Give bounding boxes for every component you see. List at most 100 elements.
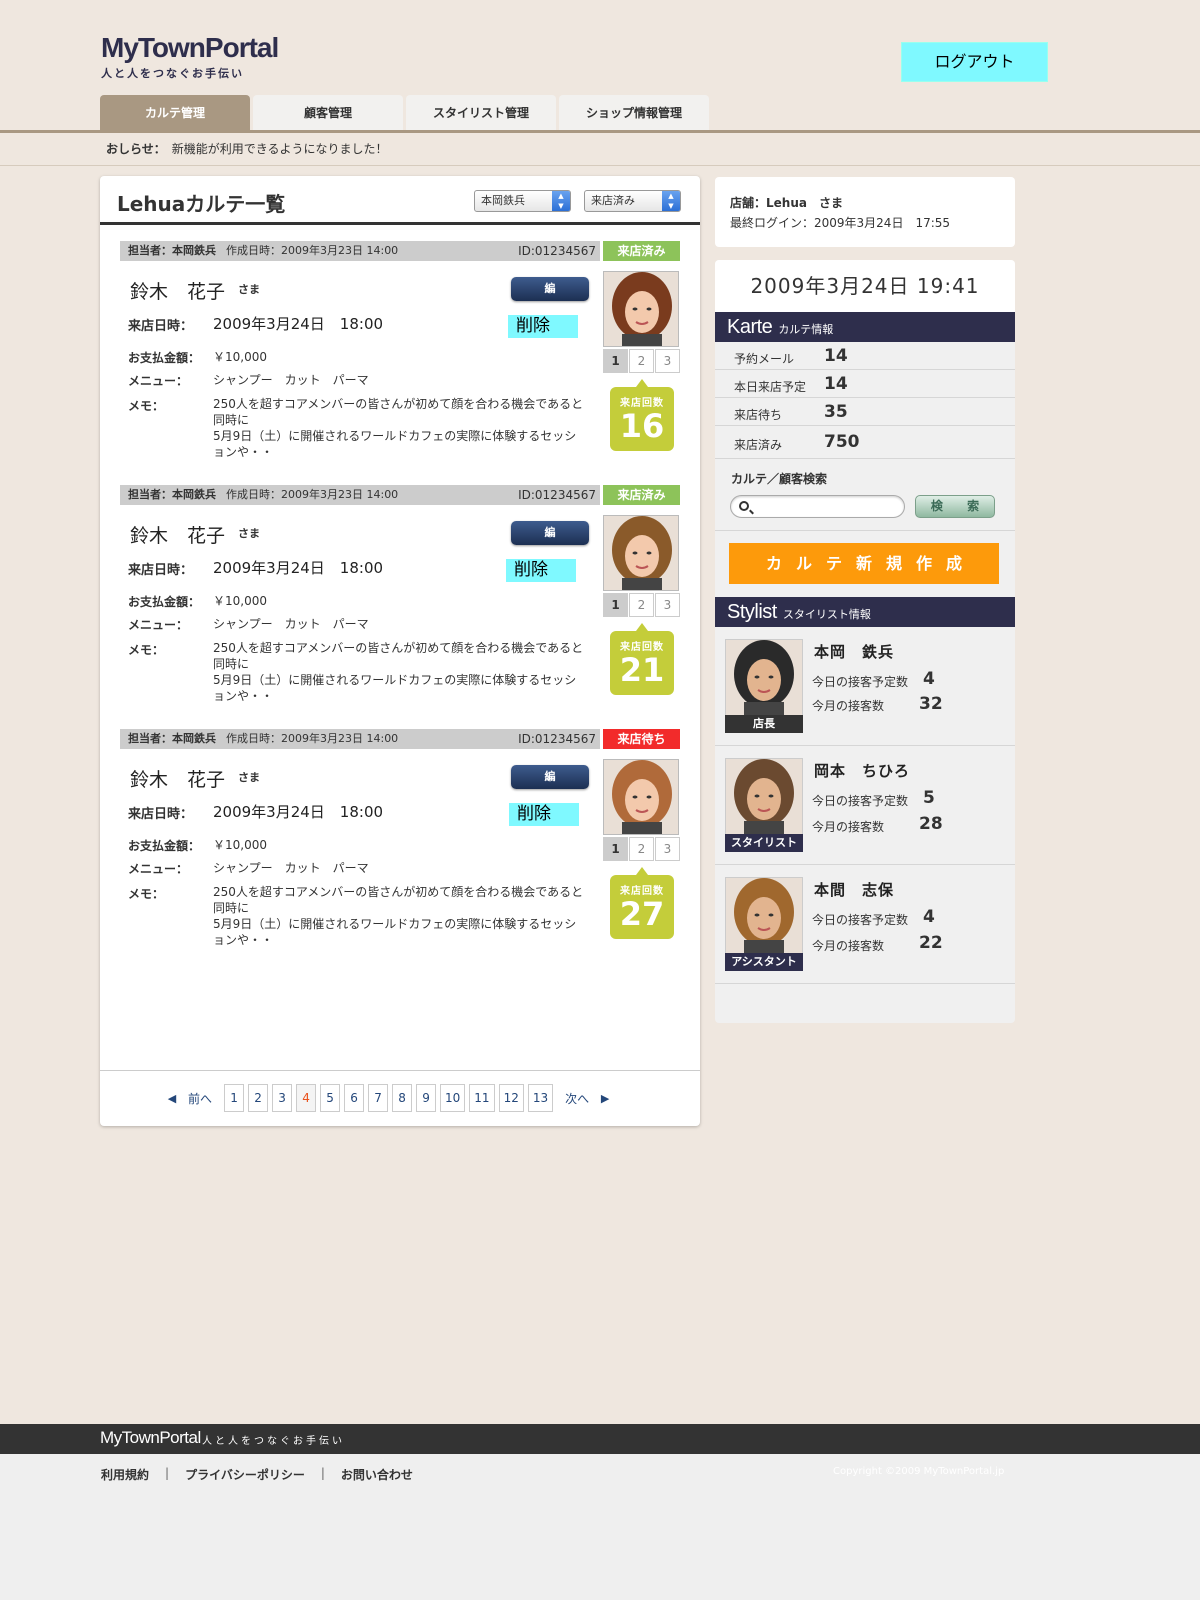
photo-page-2[interactable]: 2: [629, 837, 654, 861]
stylist-filter-select[interactable]: 本岡鉄兵 ▲ ▼: [474, 190, 571, 212]
tab-customers[interactable]: 顧客管理: [253, 95, 403, 131]
stylist-role: アシスタント: [725, 953, 803, 971]
stat-row-reservation-mail[interactable]: 予約メール 14: [715, 342, 1015, 370]
delete-button[interactable]: 削除: [506, 559, 576, 582]
logo-tagline: 人と人をつなぐお手伝い: [101, 67, 244, 80]
privacy-link[interactable]: プライバシーポリシー: [185, 1466, 305, 1483]
stylist-subheading: スタイリスト情報: [782, 608, 871, 621]
page-number-link[interactable]: 10: [440, 1084, 466, 1112]
customer-photo[interactable]: [603, 515, 679, 591]
visit-count: 16: [619, 407, 665, 445]
edit-button[interactable]: 編 集: [511, 521, 589, 563]
customer-name[interactable]: 鈴木 花子: [130, 277, 225, 304]
visit-count-badge: 来店回数 16: [610, 379, 674, 451]
karte-heading: Karte: [727, 316, 773, 338]
search-button[interactable]: 検 索: [915, 495, 995, 518]
terms-link[interactable]: 利用規約: [101, 1466, 149, 1483]
status-badge: 来店済み: [603, 485, 680, 505]
stylist-card[interactable]: スタイリスト 岡本 ちひろ 今日の接客予定数 5 今月の接客数 28: [715, 746, 1015, 865]
page-number-link[interactable]: 12: [498, 1084, 524, 1112]
today-count: 4: [923, 907, 935, 927]
page-numbers: 1 2 3 4 5 6 7 8 9 10 11 12 13: [224, 1084, 554, 1112]
stylist-name: 本間 志保: [814, 881, 895, 899]
photo-page-3[interactable]: 3: [655, 593, 680, 617]
memo-text: 250人を超すコアメンバーの皆さんが初めて顔を合わる機会であると同時に 5月9日（…: [213, 396, 585, 460]
stylist-list: 店長 本岡 鉄兵 今日の接客予定数 4 今月の接客数 32 スタイリスト 岡本 ちひろ 今日の接…: [715, 627, 1015, 984]
karte-card: 担当者：本岡鉄兵 作成日時：2009年3月23日 14:00 ID:01234567…: [120, 485, 680, 715]
search-input[interactable]: [730, 495, 905, 518]
stat-label: 予約メール: [734, 352, 795, 366]
memo-line: 5月9日（土）に開催されるワールドカフェの実際に体験するセッションや・・: [213, 429, 577, 459]
page-number-link[interactable]: 2: [248, 1084, 269, 1112]
prev-page-link[interactable]: 前へ: [188, 1090, 212, 1107]
footer-tagline: 人と人をつなぐお手伝い: [202, 1436, 345, 1447]
next-page-link[interactable]: 次へ: [565, 1090, 589, 1107]
contact-link[interactable]: お問い合わせ: [341, 1466, 413, 1483]
tab-karte[interactable]: カルテ管理: [100, 95, 250, 131]
tab-stylists[interactable]: スタイリスト管理: [406, 95, 556, 131]
stat-value: 35: [824, 402, 848, 422]
created-at: 作成日時：2009年3月23日 14:00: [226, 244, 399, 257]
page-number-link[interactable]: 1: [224, 1084, 245, 1112]
customer-photo[interactable]: [603, 759, 679, 835]
page-number-link[interactable]: 6: [344, 1084, 365, 1112]
amount-label: お支払金額：: [128, 839, 201, 853]
photo-page-2[interactable]: 2: [629, 593, 654, 617]
stylist-card[interactable]: アシスタント 本間 志保 今日の接客予定数 4 今月の接客数 22: [715, 865, 1015, 984]
new-karte-button[interactable]: カルテ新規作成: [729, 543, 999, 584]
search-row: 検 索: [715, 491, 1015, 531]
amount-value: ￥10,000: [213, 594, 267, 608]
edit-button[interactable]: 編 集: [511, 765, 589, 807]
customer-name[interactable]: 鈴木 花子: [130, 521, 225, 548]
photo-page-3[interactable]: 3: [655, 349, 680, 373]
stat-row-waiting[interactable]: 来店待ち 35: [715, 398, 1015, 426]
page-number-link[interactable]: 7: [368, 1084, 389, 1112]
page-number-link[interactable]: 8: [392, 1084, 413, 1112]
visit-count-label: 来店回数: [620, 642, 664, 653]
photo-page-1[interactable]: 1: [603, 837, 628, 861]
photo-page-1[interactable]: 1: [603, 349, 628, 373]
memo-label: メモ：: [128, 399, 165, 413]
logout-button[interactable]: ログアウト: [901, 42, 1048, 82]
stylist-card[interactable]: 店長 本岡 鉄兵 今日の接客予定数 4 今月の接客数 32: [715, 627, 1015, 746]
visit-date: 2009年3月24日 18:00: [213, 559, 384, 577]
month-label: 今月の接客数: [812, 939, 885, 953]
memo-line: 250人を超すコアメンバーの皆さんが初めて顔を合わる機会であると同時に: [213, 641, 584, 671]
page-number-link[interactable]: 9: [416, 1084, 437, 1112]
status-filter-select[interactable]: 来店済み ▲ ▼: [584, 190, 681, 212]
notice-text: 新機能が利用できるようになりました！: [171, 142, 388, 156]
page-number-link[interactable]: 13: [527, 1084, 554, 1112]
customer-photo[interactable]: [603, 271, 679, 347]
page-number-link[interactable]: 11: [469, 1084, 495, 1112]
delete-button[interactable]: 削除: [508, 315, 578, 338]
karte-id: ID:01234567: [518, 488, 596, 502]
photo-page-2[interactable]: 2: [629, 349, 654, 373]
tab-shop-info[interactable]: ショップ情報管理: [559, 95, 709, 131]
page-number-link[interactable]: 5: [320, 1084, 341, 1112]
today-count: 4: [923, 669, 935, 689]
edit-button[interactable]: 編 集: [511, 277, 589, 319]
page-number-link[interactable]: 3: [272, 1084, 293, 1112]
footer-bar: MyTownPortal 人と人をつなぐお手伝い: [0, 1424, 1200, 1454]
stat-row-visited[interactable]: 来店済み 750: [715, 426, 1015, 459]
photo-page-1[interactable]: 1: [603, 593, 628, 617]
staff-name: 担当者：本岡鉄兵: [128, 732, 216, 745]
delete-button[interactable]: 削除: [509, 803, 579, 826]
logo[interactable]: MyTownPortal 人と人をつなぐお手伝い: [101, 33, 279, 81]
next-arrow-icon[interactable]: ▶: [597, 1092, 613, 1105]
stat-row-today-scheduled[interactable]: 本日来店予定 14: [715, 370, 1015, 398]
honorific: さま: [238, 771, 260, 784]
stylist-name: 岡本 ちひろ: [814, 762, 911, 780]
menu-label: メニュー：: [128, 618, 189, 632]
memo-label: メモ：: [128, 887, 165, 901]
menu-value: シャンプー カット パーマ: [213, 373, 369, 387]
prev-arrow-icon[interactable]: ◀: [164, 1092, 180, 1105]
footer-logo[interactable]: MyTownPortal: [100, 1428, 201, 1448]
card-header: 担当者：本岡鉄兵 作成日時：2009年3月23日 14:00 ID:01234567: [120, 485, 600, 505]
stylist-photo: [725, 639, 803, 717]
customer-name[interactable]: 鈴木 花子: [130, 765, 225, 792]
photo-page-3[interactable]: 3: [655, 837, 680, 861]
photo-pager: 123: [603, 837, 680, 861]
memo-line: 5月9日（土）に開催されるワールドカフェの実際に体験するセッションや・・: [213, 917, 577, 947]
page-number-link[interactable]: 4: [296, 1084, 317, 1112]
